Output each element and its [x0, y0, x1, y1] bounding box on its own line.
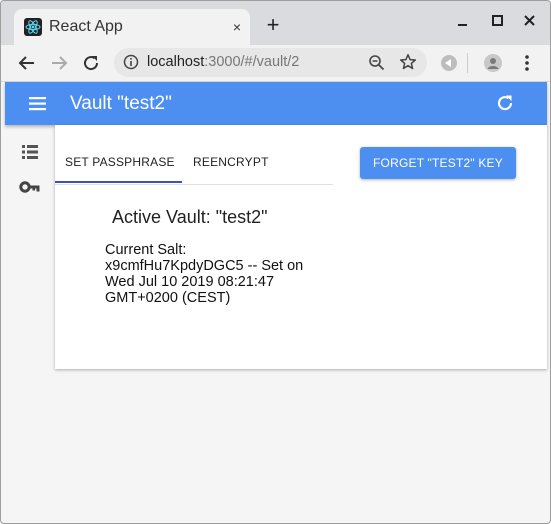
- url-path: :3000/#/vault/2: [204, 54, 300, 70]
- url-host: localhost: [147, 54, 205, 70]
- active-vault-heading: Active Vault: "test2": [112, 207, 268, 227]
- extension-icon[interactable]: [439, 53, 459, 73]
- reload-icon[interactable]: [81, 53, 101, 73]
- current-salt-text: Current Salt: x9cmfHu7KpdyDGC5 -- Set on…: [105, 242, 304, 306]
- window-close-icon[interactable]: [522, 13, 538, 29]
- tab-set-passphrase[interactable]: SET PASSPHRASE: [65, 155, 175, 169]
- url-text: localhost:3000/#/vault/2: [147, 54, 299, 70]
- page-title: Vault "test2": [70, 93, 172, 114]
- toolbar-divider: [467, 53, 468, 73]
- info-icon[interactable]: [123, 54, 139, 70]
- react-logo-icon: [24, 18, 42, 36]
- more-menu-icon[interactable]: [517, 53, 537, 73]
- zoom-icon[interactable]: [368, 54, 385, 71]
- refresh-icon[interactable]: [495, 93, 515, 113]
- key-icon[interactable]: [19, 177, 40, 197]
- hamburger-menu-icon[interactable]: [28, 94, 48, 114]
- minimize-icon[interactable]: [455, 13, 471, 29]
- vault-card: SET PASSPHRASE REENCRYPT FORGET "TEST2" …: [55, 125, 547, 369]
- tab-indicator: [55, 181, 182, 183]
- forward-arrow-icon[interactable]: [49, 53, 69, 73]
- star-icon[interactable]: [399, 53, 417, 71]
- tab-strip: React App × +: [1, 1, 550, 45]
- tab-reencrypt[interactable]: REENCRYPT: [193, 155, 269, 169]
- new-tab-button[interactable]: +: [263, 14, 283, 36]
- forget-key-button[interactable]: FORGET "TEST2" KEY: [360, 147, 516, 179]
- browser-tab[interactable]: React App ×: [14, 9, 250, 45]
- tab-title: React App: [49, 18, 123, 35]
- maximize-icon[interactable]: [490, 13, 506, 29]
- app-bar: Vault "test2": [5, 82, 547, 125]
- browser-window: React App × + localhost:3000/#/vault/2 V…: [0, 0, 551, 524]
- browser-toolbar: localhost:3000/#/vault/2: [1, 45, 550, 82]
- list-icon[interactable]: [20, 142, 40, 162]
- back-arrow-icon[interactable]: [17, 53, 37, 73]
- tab-bar: SET PASSPHRASE REENCRYPT: [55, 147, 333, 185]
- address-bar[interactable]: localhost:3000/#/vault/2: [114, 48, 427, 77]
- profile-avatar-icon[interactable]: [483, 53, 503, 73]
- tab-close-icon[interactable]: ×: [228, 18, 246, 36]
